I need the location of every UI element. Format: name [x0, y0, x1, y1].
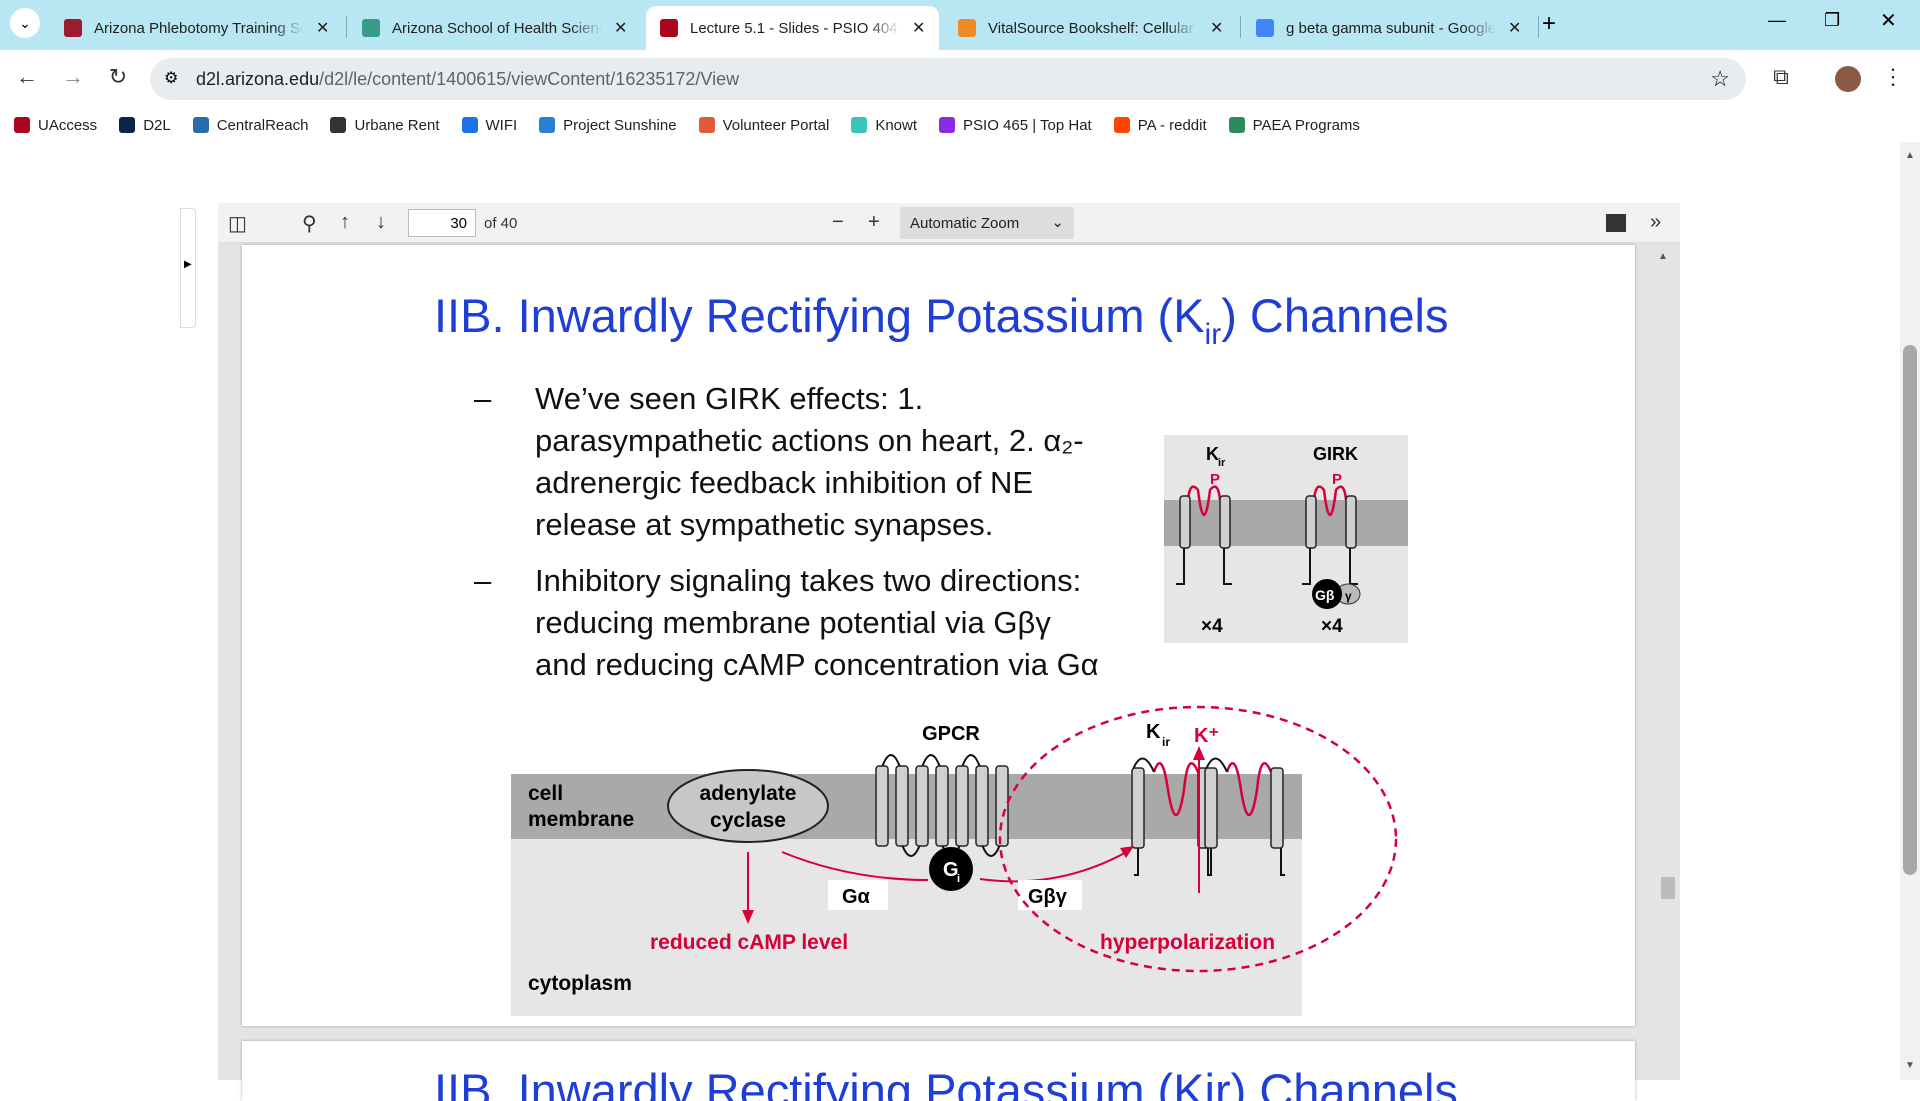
svg-text:i: i: [957, 873, 960, 885]
gpcr-signaling-diagram: cell membrane adenylate cyclase GPCR Kir…: [511, 705, 1398, 1016]
svg-text:adenylate: adenylate: [700, 782, 797, 805]
svg-text:γ: γ: [1345, 589, 1352, 603]
svg-text:GIRK: GIRK: [1313, 444, 1358, 464]
svg-text:cell: cell: [528, 782, 563, 805]
svg-text:K⁺: K⁺: [1194, 725, 1219, 747]
svg-text:Gβγ: Gβγ: [1028, 886, 1068, 908]
svg-text:ir: ir: [1218, 457, 1226, 469]
svg-text:K: K: [1146, 721, 1161, 743]
svg-text:GPCR: GPCR: [922, 723, 980, 745]
svg-text:hyperpolarization: hyperpolarization: [1100, 931, 1275, 954]
svg-text:cyclase: cyclase: [710, 809, 786, 832]
svg-text:ir: ir: [1162, 735, 1170, 749]
svg-text:×4: ×4: [1201, 616, 1223, 637]
svg-text:membrane: membrane: [528, 808, 634, 831]
svg-text:Gα: Gα: [842, 886, 871, 908]
slide-figures: Kir GIRK P P Gβ γ ×4 ×4 cell membrane ad…: [511, 435, 1408, 1016]
svg-text:×4: ×4: [1321, 616, 1343, 637]
svg-text:reduced cAMP level: reduced cAMP level: [650, 931, 848, 954]
svg-text:cytoplasm: cytoplasm: [528, 972, 632, 995]
svg-text:Gβ: Gβ: [1315, 587, 1335, 603]
kir-girk-figure: Kir GIRK P P Gβ γ ×4 ×4: [1164, 435, 1408, 643]
